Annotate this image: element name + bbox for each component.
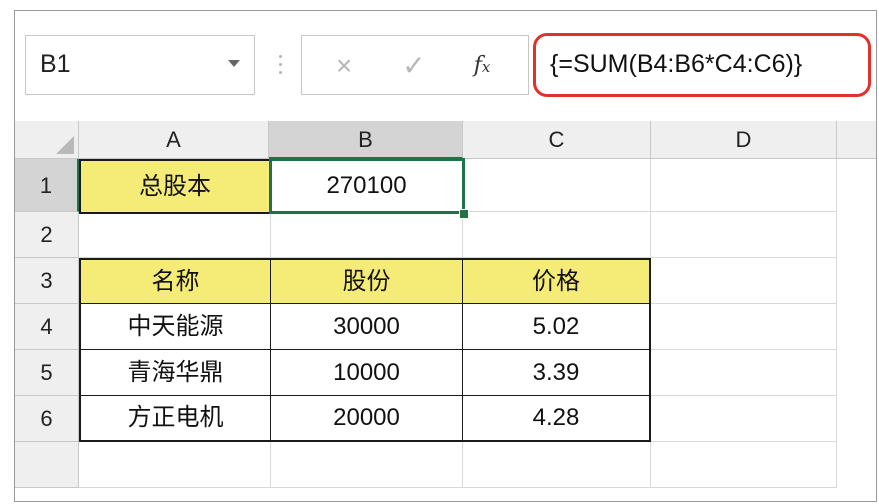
cell-a5[interactable]: 青海华鼎 (79, 350, 271, 396)
row-header-1[interactable]: 1 (15, 159, 79, 212)
row-header-2[interactable]: 2 (15, 212, 79, 258)
grip-icon[interactable] (279, 55, 283, 77)
row-header-3[interactable]: 3 (15, 258, 79, 304)
cell-c3[interactable]: 价格 (463, 258, 651, 304)
cell-a3[interactable]: 名称 (79, 258, 271, 304)
formula-actions: × ✓ fx (301, 35, 529, 95)
cell-d7[interactable] (651, 442, 837, 488)
cell-a7[interactable] (79, 442, 271, 488)
cell-a6[interactable]: 方正电机 (79, 396, 271, 442)
row-header-5[interactable]: 5 (15, 350, 79, 396)
cancel-icon[interactable]: × (324, 46, 364, 86)
cell-b4[interactable]: 30000 (271, 304, 463, 350)
chevron-down-icon[interactable] (228, 60, 240, 67)
worksheet-grid: A B C D 1 2 3 4 5 6 总股本 270100 名称 股份 价格 … (15, 121, 876, 501)
spreadsheet-window: B1 × ✓ fx {=SUM(B4:B6*C4:C6)} A B C D 1 … (14, 10, 877, 502)
cell-a1[interactable]: 总股本 (79, 159, 271, 214)
cell-d6[interactable] (651, 396, 837, 442)
column-header-d[interactable]: D (651, 121, 837, 159)
column-header-e[interactable] (837, 121, 876, 159)
cell-c2[interactable] (463, 212, 651, 258)
cell-d5[interactable] (651, 350, 837, 396)
name-box-value: B1 (40, 50, 71, 78)
formula-bar: B1 × ✓ fx {=SUM(B4:B6*C4:C6)} (15, 11, 876, 121)
row-header-4[interactable]: 4 (15, 304, 79, 350)
cell-c5[interactable]: 3.39 (463, 350, 651, 396)
column-header-b[interactable]: B (269, 121, 463, 159)
cell-c6[interactable]: 4.28 (463, 396, 651, 442)
formula-text: {=SUM(B4:B6*C4:C6)} (550, 50, 803, 78)
cell-b3[interactable]: 股份 (271, 258, 463, 304)
cell-b6[interactable]: 20000 (271, 396, 463, 442)
cell-c7[interactable] (463, 442, 651, 488)
cell-b7[interactable] (271, 442, 463, 488)
cell-b5[interactable]: 10000 (271, 350, 463, 396)
row-header-6[interactable]: 6 (15, 396, 79, 442)
cell-d3[interactable] (651, 258, 837, 304)
fill-handle[interactable] (459, 209, 469, 219)
name-box[interactable]: B1 (25, 35, 255, 95)
column-header-c[interactable]: C (463, 121, 651, 159)
formula-input[interactable]: {=SUM(B4:B6*C4:C6)} (533, 33, 871, 97)
insert-function-icon[interactable]: fx (462, 46, 502, 86)
select-all-button[interactable] (15, 121, 79, 159)
cell-a4[interactable]: 中天能源 (79, 304, 271, 350)
cell-d4[interactable] (651, 304, 837, 350)
cell-c4[interactable]: 5.02 (463, 304, 651, 350)
column-header-a[interactable]: A (79, 121, 269, 159)
cell-a2[interactable] (79, 212, 271, 258)
cell-b2[interactable] (271, 212, 463, 258)
cell-c1[interactable] (463, 159, 651, 212)
cell-d2[interactable] (651, 212, 837, 258)
enter-icon[interactable]: ✓ (394, 46, 434, 86)
cell-b1[interactable]: 270100 (271, 159, 463, 212)
cell-d1[interactable] (651, 159, 837, 212)
row-header-7[interactable] (15, 442, 79, 488)
